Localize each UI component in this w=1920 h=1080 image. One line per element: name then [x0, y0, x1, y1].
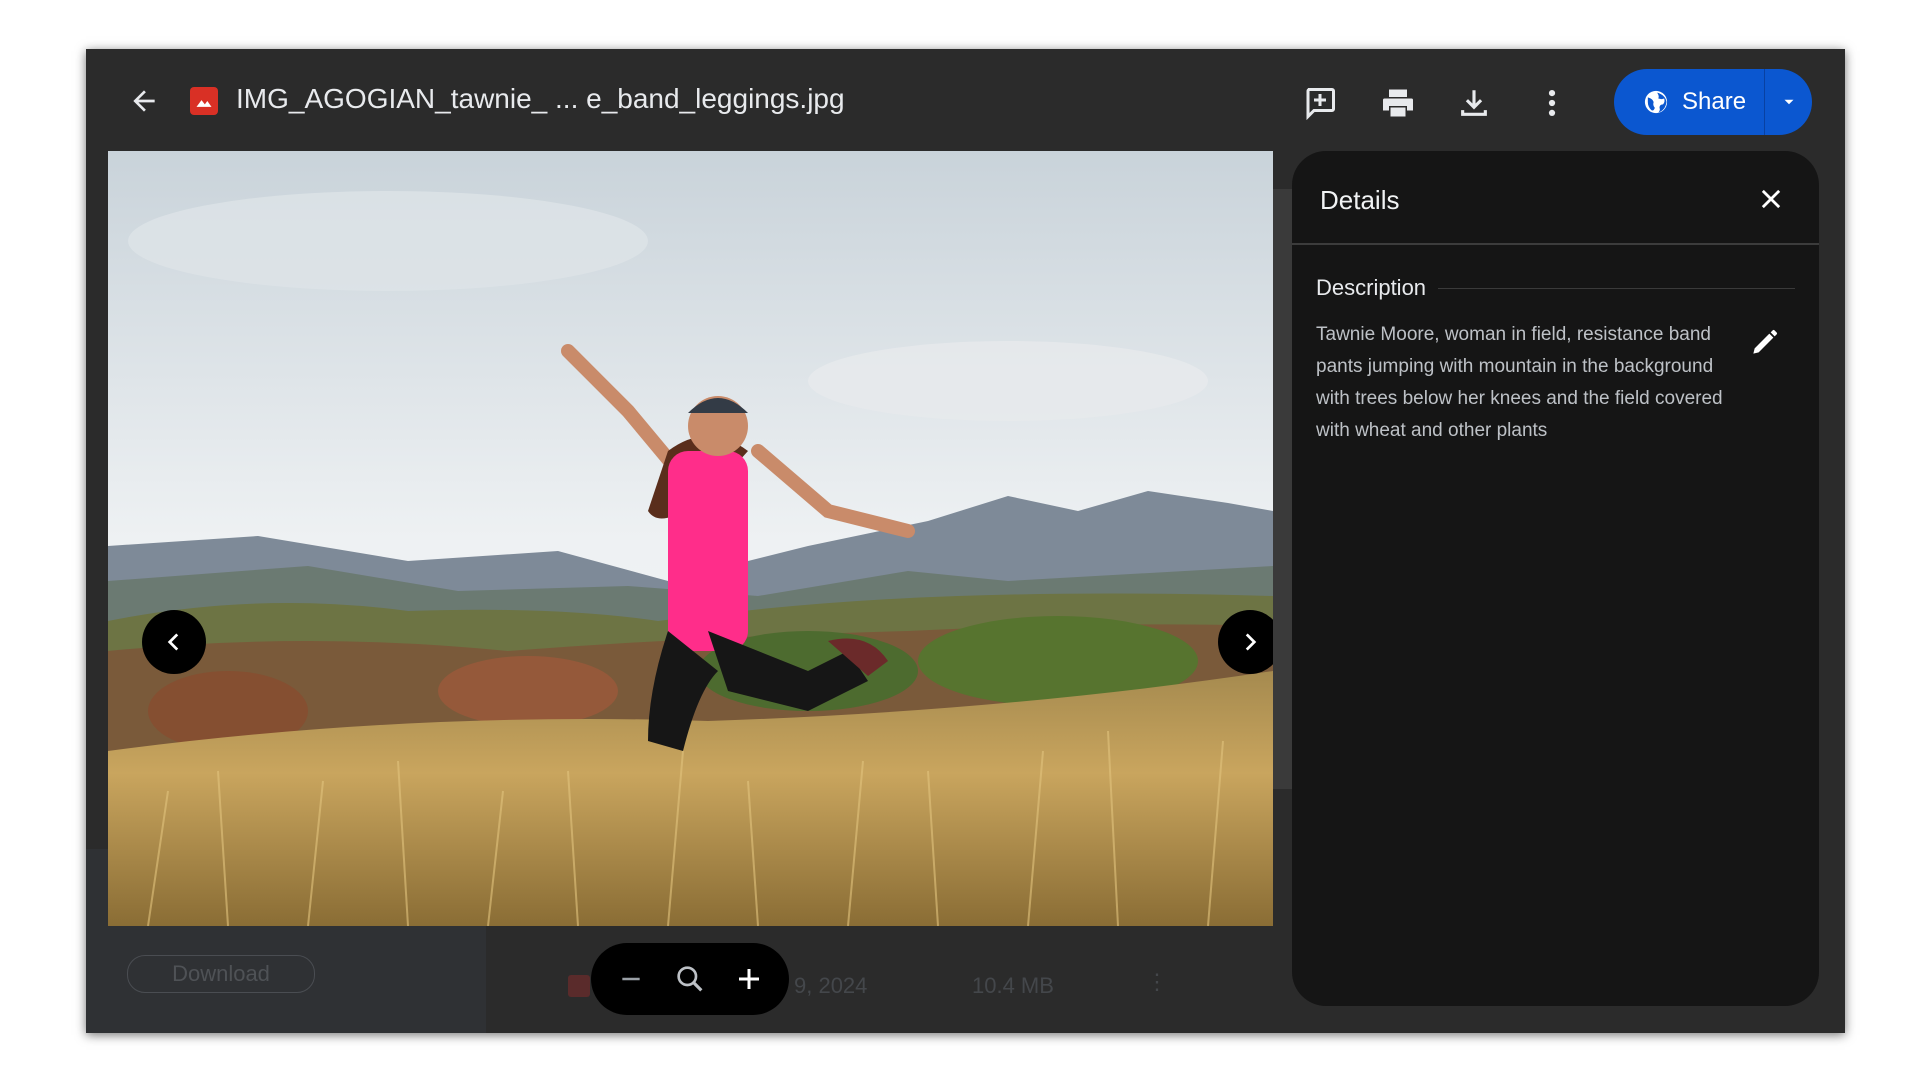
description-heading: Description: [1316, 275, 1427, 300]
section-divider: [1438, 287, 1795, 289]
details-title: Details: [1320, 185, 1400, 215]
print-icon: [1383, 89, 1413, 117]
plus-icon: [739, 969, 760, 989]
drive-preview-window: Download 9, 2024 10.4 MB ⋮ IMG_AGOGIAN_t…: [86, 49, 1845, 1033]
file-title: IMG_AGOGIAN_tawnie_ ... e_band_leggings.…: [236, 83, 845, 114]
background-date: 9, 2024: [794, 973, 868, 998]
background-download-button: Download: [127, 955, 315, 993]
description-text: Tawnie Moore, woman in field, resistance…: [1316, 324, 1723, 441]
chevron-right-icon: [1245, 633, 1257, 651]
magnifier-icon: [677, 966, 703, 992]
globe-icon: [1644, 90, 1668, 114]
caret-down-icon: [1784, 99, 1794, 105]
back-button[interactable]: [122, 79, 166, 123]
minus-icon: [621, 977, 640, 981]
background-more-icon: ⋮: [1146, 969, 1168, 994]
chevron-left-icon: [167, 633, 179, 651]
details-panel: Details Description Tawnie Moore, woman …: [1292, 151, 1819, 1006]
description-section-header: Description: [1316, 275, 1795, 301]
share-button-group: Share: [1614, 69, 1812, 135]
next-image-button[interactable]: [1218, 610, 1273, 674]
image-preview: [108, 151, 1273, 926]
share-dropdown-button[interactable]: [1765, 69, 1812, 135]
zoom-reset-button[interactable]: [665, 954, 715, 1004]
close-icon: [1761, 189, 1781, 209]
add-comment-icon: [1306, 88, 1335, 121]
arrow-back-icon: [133, 90, 155, 112]
details-header: Details: [1292, 151, 1819, 245]
photo-woman-jumping-in-field: [108, 151, 1273, 926]
background-size: 10.4 MB: [972, 973, 1054, 998]
add-comment-button[interactable]: [1296, 79, 1344, 127]
previous-image-button[interactable]: [142, 610, 206, 674]
download-button[interactable]: [1450, 79, 1498, 127]
close-details-button[interactable]: [1747, 175, 1795, 223]
share-button[interactable]: Share: [1614, 69, 1764, 135]
pencil-icon: [1753, 329, 1778, 354]
edit-description-button[interactable]: [1740, 319, 1788, 367]
image-file-icon: [190, 87, 218, 115]
share-label: Share: [1682, 88, 1747, 115]
viewer-toolbar: IMG_AGOGIAN_tawnie_ ... e_band_leggings.…: [86, 49, 1845, 157]
zoom-out-button[interactable]: [606, 954, 656, 1004]
print-button[interactable]: [1374, 79, 1422, 127]
more-options-button[interactable]: [1528, 79, 1576, 127]
background-file-icon: [568, 975, 590, 997]
download-icon: [1461, 90, 1487, 116]
zoom-in-button[interactable]: [724, 954, 774, 1004]
zoom-controls: [591, 943, 789, 1015]
more-vert-icon: [1548, 89, 1556, 117]
